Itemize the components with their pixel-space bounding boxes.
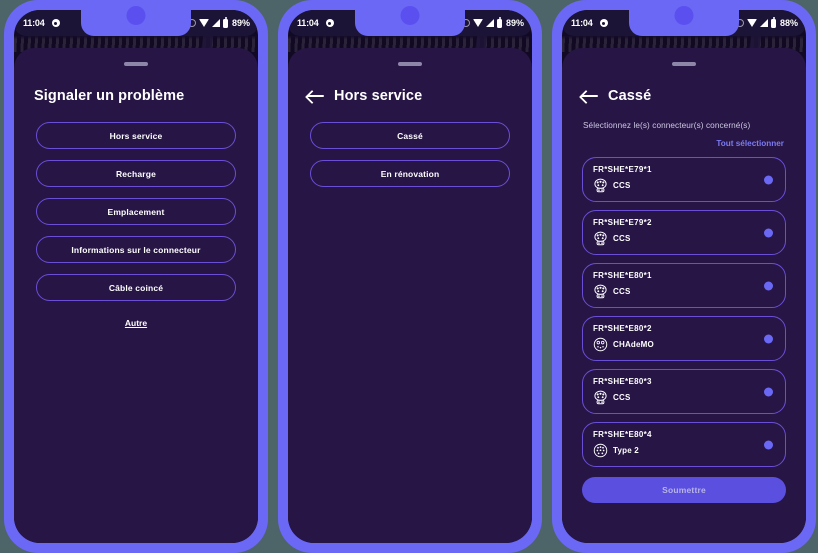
connector-radio-selected[interactable] (764, 440, 773, 449)
type2-plug-icon (593, 443, 608, 458)
signal-icon (759, 19, 768, 27)
battery-percent: 89% (231, 18, 250, 28)
connector-card-4[interactable]: FR*SHE*E80*2 CHAdeMO (582, 316, 786, 361)
front-camera-3 (674, 6, 694, 25)
option-en-renovation[interactable]: En rénovation (310, 160, 510, 187)
option-casse[interactable]: Cassé (310, 122, 510, 149)
option-recharge[interactable]: Recharge (36, 160, 236, 187)
page-title-2: Hors service (334, 88, 423, 104)
hors-service-sheet: Hors service Cassé En rénovation (288, 48, 532, 543)
connector-card-6[interactable]: FR*SHE*E80*4 Type 2 (582, 422, 786, 467)
ccs-plug-icon (594, 284, 607, 299)
status-time: 11:04 (571, 18, 593, 28)
ccs-plug-icon (594, 231, 607, 246)
connector-radio-selected[interactable] (764, 334, 773, 343)
wifi-icon (746, 19, 757, 27)
connector-card-2[interactable]: FR*SHE*E79*2 CCS (582, 210, 786, 255)
connector-type-row: CCS (593, 231, 775, 246)
ccs-plug-icon (594, 390, 607, 405)
mute-icon (325, 19, 334, 27)
status-bar-left: 11:04 (23, 18, 60, 28)
page-title-3: Cassé (608, 88, 652, 104)
connector-card-3[interactable]: FR*SHE*E80*1 CCS (582, 263, 786, 308)
sheet-header-2: Hors service (300, 88, 520, 104)
chademo-plug-icon (593, 337, 608, 352)
connector-selection-hint: Sélectionnez le(s) connecteur(s) concern… (583, 121, 751, 130)
status-bar-left: 11:04 (571, 18, 608, 28)
status-time: 11:04 (297, 18, 319, 28)
phone-screen-3: 11:04 88% Cassé Sélectionnez le(s) conne… (562, 10, 806, 543)
connector-type-row: CCS (593, 178, 775, 193)
ccs-plug-icon (594, 178, 607, 193)
connector-list: FR*SHE*E79*1 CCS FR*SHE*E79*2 CCS FR*SHE… (574, 157, 794, 467)
connector-type: CCS (613, 287, 631, 296)
connector-type-row: Type 2 (593, 443, 775, 458)
report-problem-sheet: Signaler un problème Hors service Rechar… (14, 48, 258, 543)
battery-icon (222, 16, 228, 28)
connector-type-row: CCS (593, 390, 775, 405)
status-bar-right: 88% (735, 16, 798, 28)
mute-icon (51, 19, 60, 27)
option-emplacement[interactable]: Emplacement (36, 198, 236, 225)
three-phone-mockup: 11:04 89% Signaler un problème Hors serv… (0, 0, 818, 553)
front-camera-1 (126, 6, 146, 25)
connector-type-row: CCS (593, 284, 775, 299)
connector-type: CHAdeMO (613, 340, 654, 349)
option-hors-service[interactable]: Hors service (36, 122, 236, 149)
connector-type: CCS (613, 393, 631, 402)
select-all-link[interactable]: Tout sélectionner (574, 139, 794, 148)
option-informations-connecteur[interactable]: Informations sur le connecteur (36, 236, 236, 263)
sheet-grabber-1[interactable] (124, 62, 148, 66)
phone-screen-1: 11:04 89% Signaler un problème Hors serv… (14, 10, 258, 543)
back-arrow-icon[interactable] (581, 89, 598, 103)
connector-type: Type 2 (613, 446, 639, 455)
connector-type-row: CHAdeMO (593, 337, 775, 352)
phone-frame-2: 11:04 89% Hors service Cassé En rénovati… (278, 0, 542, 553)
connector-type: CCS (613, 234, 631, 243)
status-time: 11:04 (23, 18, 45, 28)
battery-percent: 88% (779, 18, 798, 28)
option-cable-coince[interactable]: Câble coincé (36, 274, 236, 301)
signal-icon (485, 19, 494, 27)
phone-frame-3: 11:04 88% Cassé Sélectionnez le(s) conne… (552, 0, 816, 553)
connector-card-5[interactable]: FR*SHE*E80*3 CCS (582, 369, 786, 414)
status-bar-right: 89% (187, 16, 250, 28)
back-arrow-icon[interactable] (307, 89, 324, 103)
connector-card-1[interactable]: FR*SHE*E79*1 CCS (582, 157, 786, 202)
submit-button[interactable]: Soumettre (582, 477, 786, 503)
option-autre-link[interactable]: Autre (26, 318, 246, 328)
connector-type: CCS (613, 181, 631, 190)
battery-percent: 89% (505, 18, 524, 28)
casse-connector-sheet: Cassé Sélectionnez le(s) connecteur(s) c… (562, 48, 806, 543)
wifi-icon (198, 19, 209, 27)
connector-id: FR*SHE*E80*2 (593, 324, 652, 333)
signal-icon (211, 19, 220, 27)
connector-id: FR*SHE*E80*3 (593, 377, 652, 386)
connector-radio-selected[interactable] (764, 387, 773, 396)
connector-id: FR*SHE*E80*1 (593, 271, 652, 280)
sheet-grabber-3[interactable] (672, 62, 696, 66)
status-bar-left: 11:04 (297, 18, 334, 28)
connector-id: FR*SHE*E79*1 (593, 165, 652, 174)
connector-radio-selected[interactable] (764, 175, 773, 184)
status-bar-right: 89% (461, 16, 524, 28)
wifi-icon (472, 19, 483, 27)
mute-icon (599, 19, 608, 27)
connector-radio-selected[interactable] (764, 228, 773, 237)
connector-id: FR*SHE*E80*4 (593, 430, 652, 439)
problem-options-list: Hors service Recharge Emplacement Inform… (26, 122, 246, 328)
phone-frame-1: 11:04 89% Signaler un problème Hors serv… (4, 0, 268, 553)
connector-radio-selected[interactable] (764, 281, 773, 290)
sheet-grabber-2[interactable] (398, 62, 422, 66)
hors-service-options-list: Cassé En rénovation (300, 122, 520, 187)
page-title-1: Signaler un problème (34, 88, 185, 104)
connector-id: FR*SHE*E79*2 (593, 218, 652, 227)
front-camera-2 (400, 6, 420, 25)
phone-screen-2: 11:04 89% Hors service Cassé En rénovati… (288, 10, 532, 543)
sheet-header-3: Cassé (574, 88, 794, 104)
battery-icon (496, 16, 502, 28)
battery-icon (770, 16, 776, 28)
